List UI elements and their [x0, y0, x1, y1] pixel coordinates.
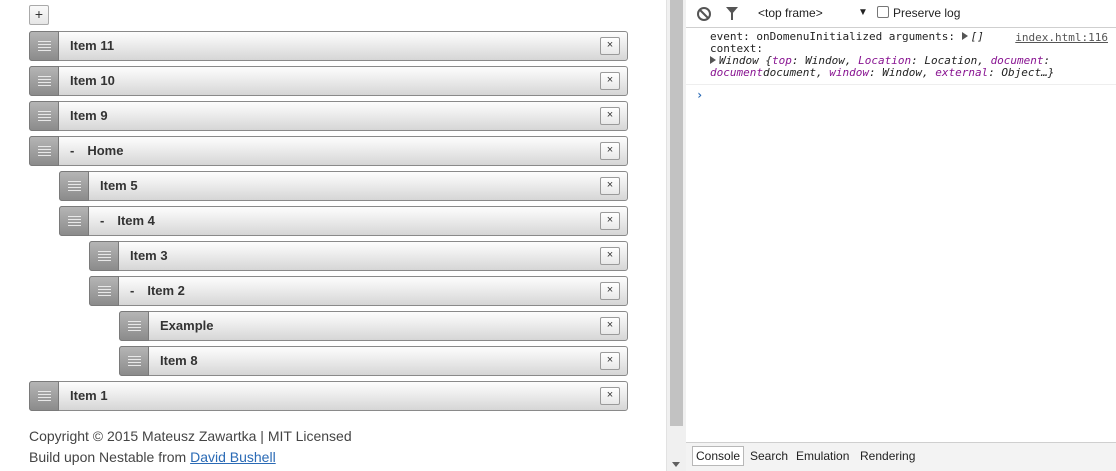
list-item[interactable]: Item 10 × — [29, 66, 628, 96]
nestable-demo-pane: + Item 11 × Item 10 × Item 9 × - Home × Item 5 × - I… — [0, 0, 666, 471]
console-toolbar: <top frame> ▼ Preserve log — [686, 0, 1116, 28]
item-label: - Item 2 — [130, 277, 185, 305]
item-label: Item 8 — [160, 347, 198, 375]
obj-key: document — [710, 66, 763, 79]
tab-emulation[interactable]: Emulation — [796, 449, 849, 463]
remove-item-button[interactable]: × — [600, 387, 620, 405]
item-label: - Home — [70, 137, 123, 165]
item-text: Item 9 — [70, 108, 108, 123]
args-value[interactable]: [] — [971, 30, 984, 43]
remove-item-button[interactable]: × — [600, 282, 620, 300]
item-label: Item 3 — [130, 242, 168, 270]
item-text: Item 1 — [70, 388, 108, 403]
preserve-log-checkbox[interactable]: Preserve log — [877, 6, 960, 20]
drag-handle-icon[interactable] — [29, 101, 59, 131]
tab-search[interactable]: Search — [750, 449, 788, 463]
item-text: Example — [160, 318, 214, 333]
remove-item-button[interactable]: × — [600, 212, 620, 230]
clear-console-icon[interactable] — [697, 7, 711, 21]
item-label: Example — [160, 312, 213, 340]
item-label: Item 9 — [70, 102, 108, 130]
drag-handle-icon[interactable] — [119, 346, 149, 376]
list-item[interactable]: Item 11 × — [29, 31, 628, 61]
list-item[interactable]: Item 5 × — [59, 171, 628, 201]
remove-item-button[interactable]: × — [600, 177, 620, 195]
frame-dropdown-arrow-icon[interactable]: ▼ — [858, 7, 868, 18]
remove-item-button[interactable]: × — [600, 352, 620, 370]
tab-console[interactable]: Console — [692, 446, 745, 466]
drag-handle-icon[interactable] — [29, 66, 59, 96]
item-label: Item 5 — [100, 172, 138, 200]
list-item[interactable]: - Item 2 × — [89, 276, 628, 306]
frame-select[interactable]: <top frame> — [758, 6, 823, 20]
item-label: Item 1 — [70, 382, 108, 410]
drag-handle-icon[interactable] — [29, 31, 59, 61]
add-item-button[interactable]: + — [29, 5, 49, 25]
collapse-toggle[interactable]: - — [70, 143, 74, 158]
list-item[interactable]: Item 9 × — [29, 101, 628, 131]
drag-handle-icon[interactable] — [59, 171, 89, 201]
remove-item-button[interactable]: × — [600, 72, 620, 90]
obj-value: : Object…} — [988, 66, 1055, 79]
tab-rendering[interactable]: Rendering — [860, 449, 915, 463]
scrollbar-thumb[interactable] — [670, 0, 683, 426]
drag-handle-icon[interactable] — [119, 311, 149, 341]
console-output: index.html:116 event: onDomenuInitialize… — [686, 28, 1116, 105]
source-link[interactable]: index.html:116 — [1015, 32, 1108, 44]
collapse-toggle[interactable]: - — [100, 213, 104, 228]
drag-handle-icon[interactable] — [89, 276, 119, 306]
item-label: - Item 4 — [100, 207, 155, 235]
item-text: Home — [87, 143, 124, 158]
drag-handle-icon[interactable] — [89, 241, 119, 271]
item-text: Item 8 — [160, 353, 198, 368]
drag-handle-icon[interactable] — [29, 136, 59, 166]
obj-key: external — [935, 66, 989, 79]
filter-icon[interactable] — [726, 7, 738, 20]
drag-handle-icon[interactable] — [59, 206, 89, 236]
drawer-tabs: Console Search Emulation Rendering — [686, 442, 1116, 471]
obj-key: window — [829, 66, 869, 79]
item-label: Item 10 — [70, 67, 115, 95]
item-text: Item 4 — [117, 213, 155, 228]
remove-item-button[interactable]: × — [600, 317, 620, 335]
item-text: Item 3 — [130, 248, 168, 263]
drag-handle-icon[interactable] — [29, 381, 59, 411]
obj-value: document, — [762, 66, 830, 79]
remove-item-button[interactable]: × — [600, 142, 620, 160]
scroll-down-arrow-icon[interactable] — [672, 462, 680, 467]
expand-window-triangle-icon[interactable] — [710, 56, 716, 64]
item-text: Item 11 — [70, 38, 115, 53]
item-text: Item 2 — [147, 283, 185, 298]
item-text: Item 10 — [70, 73, 115, 88]
remove-item-button[interactable]: × — [600, 247, 620, 265]
checkbox-icon[interactable] — [877, 6, 889, 18]
david-bushell-link[interactable]: David Bushell — [190, 449, 276, 465]
devtools-panel: <top frame> ▼ Preserve log index.html:11… — [686, 0, 1116, 471]
expand-triangle-icon[interactable] — [961, 32, 968, 40]
item-text: Item 5 — [100, 178, 138, 193]
console-prompt[interactable]: › — [686, 85, 1116, 105]
list-item[interactable]: Item 3 × — [89, 241, 628, 271]
collapse-toggle[interactable]: - — [130, 283, 134, 298]
preserve-log-label: Preserve log — [893, 6, 961, 20]
list-item[interactable]: Example × — [119, 311, 628, 341]
item-label: Item 11 — [70, 32, 114, 60]
list-item[interactable]: Item 1 × — [29, 381, 628, 411]
footer-built: Build upon Nestable from David Bushell — [29, 449, 276, 465]
remove-item-button[interactable]: × — [600, 107, 620, 125]
obj-value: : Window, — [868, 66, 936, 79]
list-item[interactable]: Item 8 × — [119, 346, 628, 376]
list-item[interactable]: - Item 4 × — [59, 206, 628, 236]
console-message: index.html:116 event: onDomenuInitialize… — [686, 28, 1116, 85]
page-scrollbar[interactable] — [666, 0, 686, 471]
footer-built-text: Build upon Nestable from — [29, 449, 191, 465]
list-item[interactable]: - Home × — [29, 136, 628, 166]
remove-item-button[interactable]: × — [600, 37, 620, 55]
footer-copyright: Copyright © 2015 Mateusz Zawartka | MIT … — [29, 428, 352, 444]
